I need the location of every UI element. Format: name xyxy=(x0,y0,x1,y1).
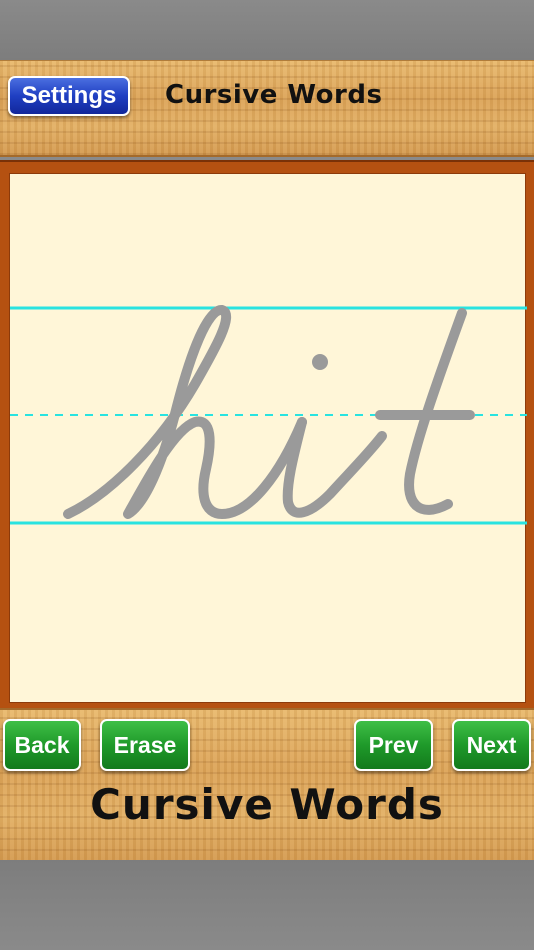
erase-button[interactable]: Erase xyxy=(100,719,190,771)
top-margin xyxy=(0,0,534,60)
bottom-margin xyxy=(0,860,534,950)
footer-title: Cursive Words xyxy=(90,780,444,829)
writing-paper[interactable] xyxy=(9,173,527,703)
settings-button[interactable]: Settings xyxy=(8,76,130,116)
writing-board xyxy=(0,160,534,712)
header-title: Cursive Words xyxy=(165,80,383,110)
back-button[interactable]: Back xyxy=(3,719,81,771)
guide-lines xyxy=(10,305,527,525)
prev-button[interactable]: Prev xyxy=(354,719,433,771)
cursive-word-hit xyxy=(63,305,475,519)
next-button[interactable]: Next xyxy=(452,719,531,771)
